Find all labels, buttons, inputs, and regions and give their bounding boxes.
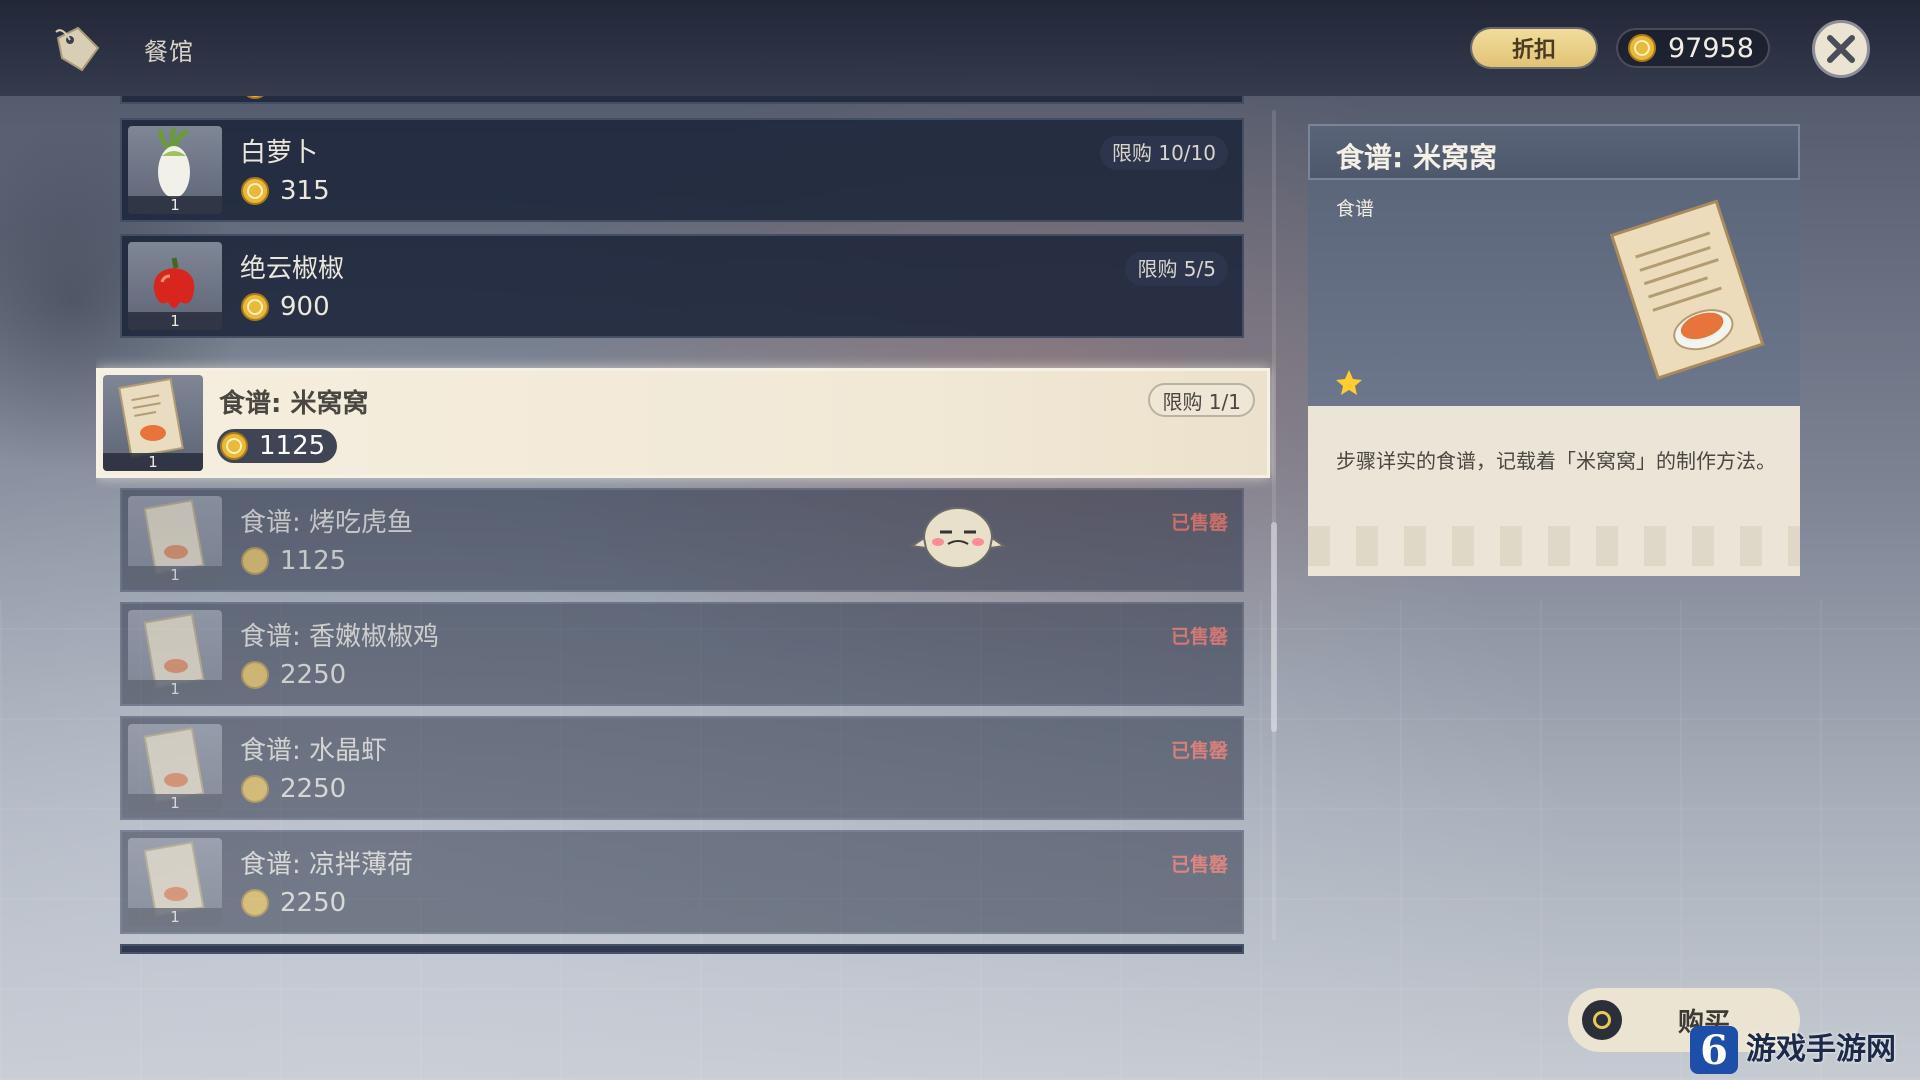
item-price: 315 [240,174,330,208]
watermark-text: 游戏手游网 [1746,1032,1896,1067]
sold-out-label: 已售罄 [1170,512,1228,534]
detail-title: 食谱: 米窝窝 [1336,141,1497,174]
item-name: 食谱: 香嫩椒椒鸡 [240,622,440,652]
discount-button[interactable]: 折扣 [1472,29,1596,67]
item-name: 食谱: 凉拌薄荷 [240,850,414,880]
item-price-value: 2250 [280,774,347,804]
item-thumbnail: 1 [128,242,222,330]
shop-item-row[interactable]: 1 绝云椒椒 900 限购 5/5 [120,234,1244,338]
item-quantity: 1 [103,453,203,471]
item-price: 230 [240,96,330,102]
mora-coin-icon [220,432,248,460]
watermark-logo: 6 [1690,1026,1738,1074]
item-quantity: 1 [128,196,222,214]
purchase-limit-badge: 限购 1/1 [1148,383,1255,417]
item-thumbnail: 1 [103,375,203,471]
close-button[interactable] [1812,20,1870,78]
item-thumbnail: 1 [128,126,222,214]
shop-title: 餐馆 [144,38,194,66]
sold-out-label: 已售罄 [1170,740,1228,762]
detail-header: 食谱: 米窝窝 [1308,124,1800,180]
item-quantity: 1 [128,908,222,926]
mora-coin-icon [241,775,269,803]
sold-out-label: 已售罄 [1170,854,1228,876]
item-price-value: 230 [280,96,330,100]
sold-out-label: 已售罄 [1170,626,1228,648]
item-price-value: 900 [280,292,330,322]
item-name: 食谱: 烤吃虎鱼 [240,508,414,538]
item-quantity: 1 [128,566,222,584]
detail-body: 步骤详实的食谱，记载着「米窝窝」的制作方法。 [1308,406,1800,576]
purchase-limit-badge: 限购 5/5 [1125,252,1228,286]
detail-description: 步骤详实的食谱，记载着「米窝窝」的制作方法。 [1336,449,1776,473]
mora-coin-icon [241,293,269,321]
item-price-value: 1125 [259,431,326,461]
item-detail-panel: 食谱: 米窝窝 食谱 步骤详实的食谱，记载着「米窝窝」的制作方法。 [1308,124,1800,576]
item-price-value: 2250 [280,888,347,918]
close-icon [1827,35,1855,63]
shop-item-row[interactable] [120,944,1244,954]
item-quantity: 1 [128,312,222,330]
recipe-scroll-icon [1609,199,1765,380]
seal-mascot-icon [910,507,1006,569]
mora-coin-icon [241,547,269,575]
mora-balance: 97958 [1616,28,1770,68]
list-scrollbar-thumb[interactable] [1271,522,1277,732]
mora-coin-icon [241,889,269,917]
shop-item-row[interactable]: 1 白萝卜 315 限购 10/10 [120,118,1244,222]
shop-item-list[interactable]: 230 1 白萝卜 315 限购 10/10 [96,96,1276,966]
mora-coin-icon [241,661,269,689]
item-quantity: 1 [128,680,222,698]
item-price: 2250 [240,658,346,692]
item-price: 900 [240,290,330,324]
detail-art: 食谱 [1308,180,1800,406]
item-price: 2250 [240,886,346,920]
item-name: 食谱: 米窝窝 [219,389,369,419]
shop-item-row[interactable]: 1 食谱: 烤吃虎鱼 1125 已售罄 [120,488,1244,592]
shop-item-row[interactable]: 1 食谱: 凉拌薄荷 2250 已售罄 [120,830,1244,934]
shop-tag-icon [55,26,100,72]
mora-amount: 97958 [1668,32,1754,64]
item-name: 绝云椒椒 [240,254,345,284]
item-name: 食谱: 水晶虾 [240,736,388,766]
shop-item-row[interactable]: 1 食谱: 香嫩椒椒鸡 2250 已售罄 [120,602,1244,706]
item-price-value: 315 [280,176,330,206]
item-price: 2250 [240,772,346,806]
top-bar: 餐馆 折扣 97958 [0,0,1920,96]
item-thumbnail: 1 [128,838,222,926]
item-thumbnail: 1 [128,496,222,584]
detail-body-pattern [1308,526,1800,566]
site-watermark: 6 游戏手游网 [1690,1020,1920,1080]
detail-item-type: 食谱 [1336,198,1375,220]
mora-coin-icon [241,177,269,205]
mora-coin-icon [246,96,264,99]
shop-item-row[interactable]: 230 [120,96,1244,104]
item-name: 白萝卜 [240,138,319,168]
confirm-ring-icon [1582,1000,1622,1040]
item-price: 1125 [217,429,338,463]
mora-coin-icon [1628,34,1656,62]
item-price-value: 2250 [280,660,347,690]
rarity-star-icon [1336,370,1362,395]
item-price-value: 1125 [280,546,347,576]
purchase-limit-badge: 限购 10/10 [1100,136,1228,170]
shop-item-row-selected[interactable]: 1 食谱: 米窝窝 1125 限购 1/1 [96,368,1270,478]
shop-item-row[interactable]: 1 食谱: 水晶虾 2250 已售罄 [120,716,1244,820]
item-thumbnail: 1 [128,610,222,698]
item-thumbnail: 1 [128,724,222,812]
item-quantity: 1 [128,794,222,812]
item-price: 1125 [240,544,346,578]
